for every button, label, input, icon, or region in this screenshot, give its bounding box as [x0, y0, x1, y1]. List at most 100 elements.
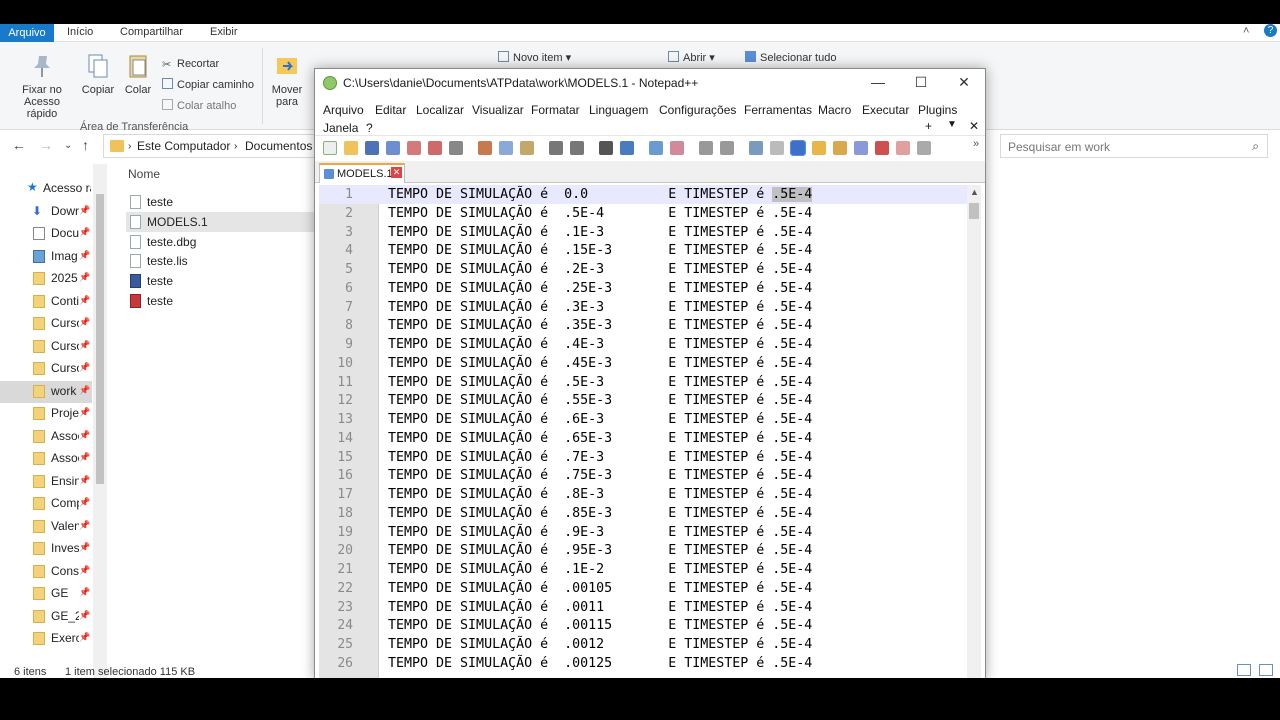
zoom-in-icon[interactable] [649, 141, 663, 155]
new-item-button[interactable]: Novo item ▾ [498, 51, 571, 64]
code-line[interactable]: 16 TEMPO DE SIMULAÇÃO é .75E-3 E TIMESTEP … [319, 466, 967, 485]
code-line[interactable]: 7 TEMPO DE SIMULAÇÃO é .3E-3 E TIMESTEP é … [319, 298, 967, 317]
record-macro-icon[interactable] [875, 141, 889, 155]
tab-arquivo[interactable]: Arquivo [0, 24, 54, 42]
code-line[interactable]: 26 TEMPO DE SIMULAÇÃO é .00125 E TIMESTEP … [319, 654, 967, 673]
nav-folder[interactable]: Exerc 📌 [0, 628, 92, 650]
toolbar-overflow-icon[interactable]: » [973, 138, 979, 150]
file-item[interactable]: teste [126, 291, 316, 311]
code-line[interactable]: 9 TEMPO DE SIMULAÇÃO é .4E-3 E TIMESTEP é … [319, 335, 967, 354]
menu-visualizar[interactable]: Visualizar [472, 103, 524, 117]
copy-path-button[interactable]: Copiar caminho [162, 78, 254, 91]
replace-icon[interactable] [620, 141, 634, 155]
menu-executar[interactable]: Executar [862, 103, 909, 117]
code-line[interactable]: 21 TEMPO DE SIMULAÇÃO é .1E-2 E TIMESTEP é… [319, 560, 967, 579]
menu-localizar[interactable]: Localizar [416, 103, 464, 117]
code-line[interactable]: 24 TEMPO DE SIMULAÇÃO é .00115 E TIMESTEP … [319, 616, 967, 635]
code-line[interactable]: 1 TEMPO DE SIMULAÇÃO é 0.0 E TIMESTEP é .5… [319, 185, 967, 204]
close-all-icon[interactable] [428, 141, 442, 155]
menu-editar[interactable]: Editar [375, 103, 406, 117]
nav-folder[interactable]: Inves 📌 [0, 538, 92, 560]
nav-folder[interactable]: GE 📌 [0, 583, 92, 605]
nav-folder[interactable]: Curso📌 [0, 358, 92, 380]
save-icon[interactable] [365, 141, 379, 155]
nav-folder[interactable]: Curso📌 [0, 336, 92, 358]
paste-icon[interactable] [520, 141, 534, 155]
code-line[interactable]: 5 TEMPO DE SIMULAÇÃO é .2E-3 E TIMESTEP é … [319, 260, 967, 279]
code-line[interactable]: 4 TEMPO DE SIMULAÇÃO é .15E-3 E TIMESTEP é… [319, 241, 967, 260]
nav-documents[interactable]: Docu 📌 [0, 223, 92, 245]
document-tab-models[interactable]: MODELS.1 ✕ [319, 163, 405, 183]
undo-icon[interactable] [549, 141, 563, 155]
open-button[interactable]: Abrir ▾ [668, 51, 715, 64]
nav-folder[interactable]: Ensin 📌 [0, 471, 92, 493]
function-list-icon[interactable] [833, 141, 847, 155]
add-new-icon[interactable]: + [925, 119, 932, 133]
tab-compartilhar[interactable]: Compartilhar [120, 26, 183, 38]
nav-folder[interactable]: Valen 📌 [0, 516, 92, 538]
forward-arrow-icon[interactable]: → [39, 137, 53, 153]
zoom-out-icon[interactable] [670, 141, 684, 155]
menu-help[interactable]: ? [366, 121, 373, 135]
up-arrow-icon[interactable]: ↑ [82, 137, 89, 153]
code-line[interactable]: 10 TEMPO DE SIMULAÇÃO é .45E-3 E TIMESTEP … [319, 354, 967, 373]
scrollbar-thumb[interactable] [969, 203, 979, 219]
code-line[interactable]: 22 TEMPO DE SIMULAÇÃO é .00105 E TIMESTEP … [319, 579, 967, 598]
nav-folder[interactable]: Cons 📌 [0, 561, 92, 583]
menu-janela[interactable]: Janela [323, 121, 358, 135]
file-item[interactable]: teste.lis [126, 251, 316, 271]
new-file-icon[interactable] [323, 141, 337, 155]
nav-folder[interactable]: Assoc📌 [0, 426, 92, 448]
recent-chevron-icon[interactable]: ⌄ [64, 140, 72, 151]
large-icons-view-icon[interactable] [1259, 664, 1273, 676]
playback-macro-icon[interactable] [917, 141, 931, 155]
doc-map-icon[interactable] [812, 141, 826, 155]
minimize-icon[interactable]: — [863, 74, 893, 90]
cut-button[interactable]: ✂ Recortar [162, 58, 219, 71]
select-all-button[interactable]: Selecionar tudo [745, 51, 836, 64]
editor-area[interactable]: 1 TEMPO DE SIMULAÇÃO é 0.0 E TIMESTEP é .5… [319, 185, 981, 678]
find-icon[interactable] [599, 141, 613, 155]
file-item-selected[interactable]: MODELS.1 [126, 212, 316, 232]
tab-exibir[interactable]: Exibir [210, 26, 238, 38]
menu-linguagem[interactable]: Linguagem [589, 103, 648, 117]
code-line[interactable]: 12 TEMPO DE SIMULAÇÃO é .55E-3 E TIMESTEP … [319, 391, 967, 410]
move-to-button[interactable]: Mover para [268, 52, 306, 108]
code-line[interactable]: 18 TEMPO DE SIMULAÇÃO é .85E-3 E TIMESTEP … [319, 504, 967, 523]
sync-horizontal-icon[interactable] [720, 141, 734, 155]
details-view-icon[interactable] [1237, 664, 1251, 676]
menu-ferramentas[interactable]: Ferramentas [744, 103, 812, 117]
close-doc-icon[interactable]: ✕ [969, 119, 979, 133]
nav-images[interactable]: Imag 📌 [0, 246, 92, 268]
file-item[interactable]: teste [126, 192, 316, 212]
nav-folder[interactable]: 2025 📌 [0, 268, 92, 290]
breadcrumb-documents[interactable]: Documentos [245, 139, 312, 153]
nav-folder[interactable]: Curso📌 [0, 313, 92, 335]
menu-plugins[interactable]: Plugins [918, 103, 957, 117]
menu-formatar[interactable]: Formatar [531, 103, 580, 117]
code-line[interactable]: 14 TEMPO DE SIMULAÇÃO é .65E-3 E TIMESTEP … [319, 429, 967, 448]
ribbon-collapse-icon[interactable]: ˄ [1243, 25, 1249, 37]
code-line[interactable]: 2 TEMPO DE SIMULAÇÃO é .5E-4 E TIMESTEP é … [319, 204, 967, 223]
code-line[interactable]: 8 TEMPO DE SIMULAÇÃO é .35E-3 E TIMESTEP é… [319, 316, 967, 335]
paste-button[interactable]: Colar [122, 52, 154, 96]
editor-scrollbar[interactable]: ▲ [967, 185, 981, 678]
back-arrow-icon[interactable]: ← [12, 137, 26, 153]
nav-quick-access[interactable]: ★ Acesso rá [0, 178, 92, 200]
nav-folder[interactable]: GE_2(📌 [0, 606, 92, 628]
address-bar[interactable]: › Este Computador › Documentos [103, 134, 315, 158]
code-line[interactable]: 13 TEMPO DE SIMULAÇÃO é .6E-3 E TIMESTEP é… [319, 410, 967, 429]
file-item[interactable]: teste [126, 271, 316, 291]
folder-as-workspace-icon[interactable] [854, 141, 868, 155]
column-header-name[interactable]: Nome [128, 167, 160, 181]
redo-icon[interactable] [570, 141, 584, 155]
copy-button[interactable]: Copiar [80, 52, 116, 96]
nav-folder[interactable]: Comp📌 [0, 493, 92, 515]
nav-folder-work[interactable]: work 📌 [0, 381, 92, 403]
code-line[interactable]: 15 TEMPO DE SIMULAÇÃO é .7E-3 E TIMESTEP é… [319, 448, 967, 467]
tab-close-icon[interactable]: ✕ [391, 167, 402, 178]
open-file-icon[interactable] [344, 141, 358, 155]
dropdown-icon[interactable]: ▼ [947, 119, 957, 130]
nav-folder[interactable]: Conti 📌 [0, 291, 92, 313]
help-icon[interactable]: ? [1264, 24, 1277, 37]
